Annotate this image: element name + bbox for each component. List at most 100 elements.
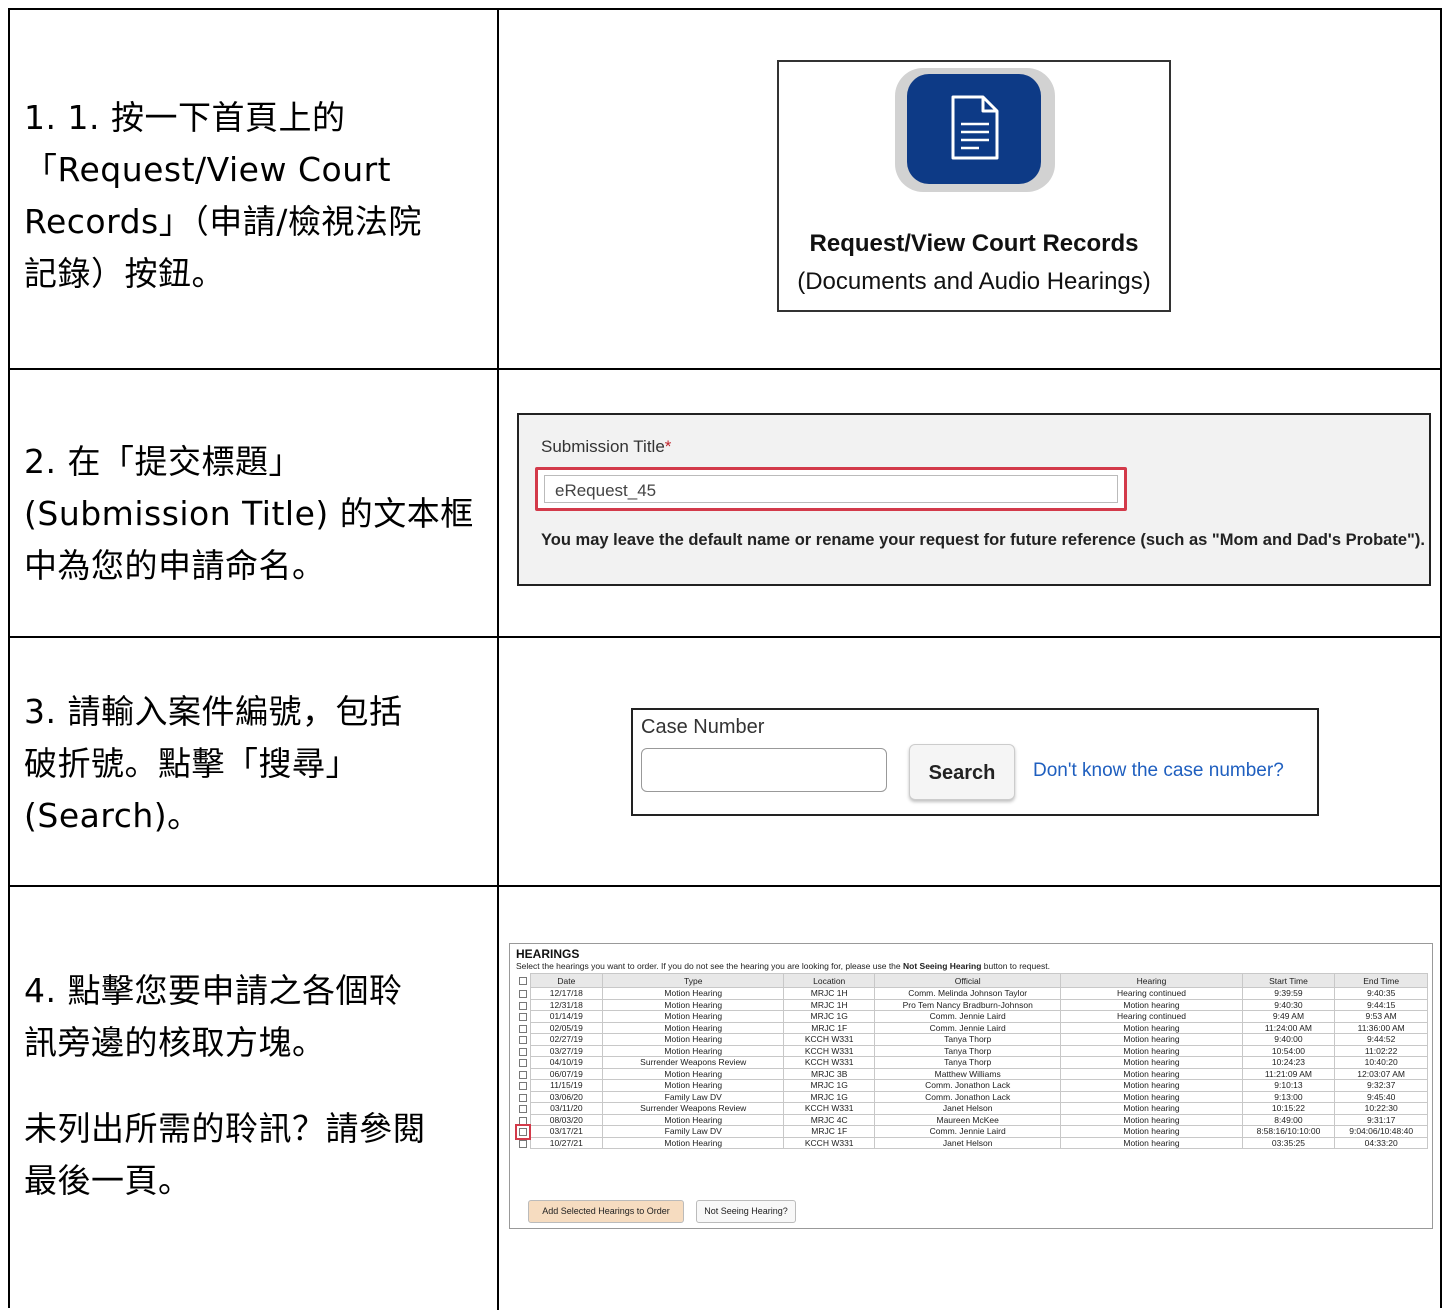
table-cell: 03/17/21 (529, 1125, 604, 1138)
table-cell: KCCH W331 (783, 1056, 876, 1069)
table-cell: 04/10/19 (529, 1056, 604, 1069)
not-seeing-hearing-button[interactable]: Not Seeing Hearing? (696, 1200, 796, 1223)
hearing-checkbox[interactable] (518, 1024, 527, 1033)
table-cell: 12/17/18 (529, 987, 604, 1000)
table-cell: KCCH W331 (783, 1136, 876, 1149)
table-cell: 10:15:22 (1241, 1102, 1336, 1115)
table-cell: Motion Hearing (602, 1079, 785, 1092)
step-1-text: 1. 1. 按一下首頁上的 「Request/View Court Record… (24, 92, 479, 300)
table-cell: Family Law DV (602, 1125, 785, 1138)
hearing-checkbox[interactable] (518, 1139, 527, 1148)
column-header: Official (874, 973, 1062, 988)
table-cell: 9:04:06/10:48:40 (1334, 1125, 1428, 1138)
step-1-image-cell: Request/View Court Records (Documents an… (501, 10, 1440, 368)
table-cell: Pro Tem Nancy Bradburn-Johnson (874, 998, 1062, 1011)
table-cell: Motion Hearing (602, 1010, 785, 1023)
submission-title-highlight: eRequest_45 (535, 467, 1127, 511)
step-3-cell: 3. 請輸入案件編號，包括 破折號。點擊「搜尋」 (Search)。 (10, 638, 499, 885)
table-cell: 02/27/19 (529, 1033, 604, 1046)
table-row: 11/15/19 Motion Hearing MRJC 1G Comm. Jonat… (516, 1079, 1428, 1092)
table-cell: 08/03/20 (529, 1113, 604, 1126)
table-cell: 9:39:59 (1241, 987, 1336, 1000)
table-cell: 04:33:20 (1334, 1136, 1428, 1149)
submission-title-label: Submission Title* (541, 437, 672, 456)
select-all-cell (516, 973, 531, 988)
hearings-description: Select the hearings you want to order. I… (516, 961, 1050, 971)
row-checkbox-cell (516, 1022, 531, 1034)
row-checkbox-cell (516, 1091, 531, 1103)
hearing-checkbox[interactable] (518, 1093, 527, 1102)
table-cell: Tanya Thorp (874, 1044, 1062, 1057)
table-cell: 03:35:25 (1241, 1136, 1336, 1149)
table-cell: MRJC 1G (783, 1079, 876, 1092)
hearing-checkbox[interactable] (518, 1116, 527, 1125)
table-cell: 9:44:52 (1334, 1033, 1428, 1046)
table-cell: Comm. Melinda Johnson Taylor (874, 987, 1062, 1000)
table-cell: Matthew Williams (874, 1067, 1062, 1080)
table-cell: KCCH W331 (783, 1033, 876, 1046)
table-cell: 9:10:13 (1241, 1079, 1336, 1092)
table-cell: 11:24:00 AM (1241, 1021, 1336, 1034)
table-cell: Comm. Jonathon Lack (874, 1090, 1062, 1103)
row-checkbox-cell (516, 1033, 531, 1045)
table-cell: 11:21:09 AM (1241, 1067, 1336, 1080)
table-cell: Motion hearing (1060, 998, 1243, 1011)
table-cell: MRJC 3B (783, 1067, 876, 1080)
table-cell: Motion Hearing (602, 987, 785, 1000)
row-checkbox-cell (516, 1114, 531, 1126)
step-3-text: 3. 請輸入案件編號，包括 破折號。點擊「搜尋」 (Search)。 (24, 686, 479, 842)
hearing-checkbox[interactable] (514, 1124, 531, 1140)
table-cell: Motion Hearing (602, 1021, 785, 1034)
submission-title-input[interactable]: eRequest_45 (544, 475, 1118, 503)
hearing-checkbox[interactable] (518, 1105, 527, 1113)
request-view-records-button[interactable]: Request/View Court Records (Documents an… (777, 60, 1171, 312)
row-checkbox-cell (516, 1045, 531, 1057)
hearings-table: Date Type Location Official Hearing Star… (514, 973, 1428, 1149)
hearing-checkbox[interactable] (518, 990, 527, 998)
step-4-note-line: 最後一頁。 (24, 1161, 192, 1200)
hearing-checkbox[interactable] (518, 1059, 527, 1067)
step-4-image-cell: HEARINGS Select the hearings you want to… (501, 887, 1440, 1310)
hearing-checkbox[interactable] (518, 1070, 527, 1079)
table-cell: Motion hearing (1060, 1136, 1243, 1149)
table-cell: MRJC 4C (783, 1113, 876, 1126)
table-cell: KCCH W331 (783, 1102, 876, 1115)
table-cell: Motion Hearing (602, 998, 785, 1011)
table-cell: 02/05/19 (529, 1021, 604, 1034)
table-cell: 11:02:22 (1334, 1044, 1428, 1057)
table-cell: Maureen McKee (874, 1113, 1062, 1126)
hearing-checkbox[interactable] (518, 1036, 527, 1044)
table-cell: Motion hearing (1060, 1056, 1243, 1069)
hearing-checkbox[interactable] (518, 1082, 527, 1090)
table-cell: 03/27/19 (529, 1044, 604, 1057)
hearings-panel: HEARINGS Select the hearings you want to… (509, 943, 1433, 1229)
dont-know-case-number-link[interactable]: Don't know the case number? (1033, 760, 1284, 782)
table-row: 01/14/19 Motion Hearing MRJC 1G Comm. Jenni… (516, 1010, 1428, 1023)
step-3-line: 破折號。點擊「搜尋」 (24, 744, 359, 783)
table-cell: 10:24:23 (1241, 1056, 1336, 1069)
step-4-note: 未列出所需的聆訊？請參閱 最後一頁。 (24, 1103, 479, 1207)
submission-title-panel: Submission Title* eRequest_45 You may le… (517, 413, 1431, 586)
table-cell: Motion Hearing (602, 1067, 785, 1080)
table-row: 02/05/19 Motion Hearing MRJC 1F Comm. Jenni… (516, 1021, 1428, 1034)
hearing-checkbox[interactable] (518, 1001, 527, 1010)
table-cell: Motion hearing (1060, 1044, 1243, 1057)
row-checkbox-cell (516, 1056, 531, 1068)
document-icon (907, 74, 1041, 184)
table-row: 03/06/20 Family Law DV MRJC 1G Comm. Jonath… (516, 1090, 1428, 1103)
step-4-line: 4. 點擊您要申請之各個聆 (24, 971, 403, 1010)
hearings-header-row: Date Type Location Official Hearing Star… (516, 973, 1428, 988)
select-all-checkbox[interactable] (518, 977, 527, 986)
row-checkbox-cell (514, 1124, 531, 1140)
hearing-checkbox[interactable] (518, 1013, 527, 1021)
add-selected-hearings-button[interactable]: Add Selected Hearings to Order (528, 1200, 684, 1223)
table-cell: MRJC 1H (783, 998, 876, 1011)
step-4-cell: 4. 點擊您要申請之各個聆 訊旁邊的核取方塊。 未列出所需的聆訊？請參閱 最後一… (10, 887, 499, 1310)
case-number-input[interactable] (641, 748, 887, 792)
row-checkbox-cell (516, 1102, 531, 1114)
hearing-checkbox[interactable] (518, 1047, 527, 1056)
step-1-line: 1. 1. 按一下首頁上的 (24, 98, 346, 137)
search-button[interactable]: Search (909, 744, 1015, 800)
step-3-image-cell: Case Number Search Don't know the case n… (501, 638, 1440, 885)
step-2-text: 2. 在「提交標題」 (Submission Title) 的文本框 中為您的申… (24, 436, 479, 592)
